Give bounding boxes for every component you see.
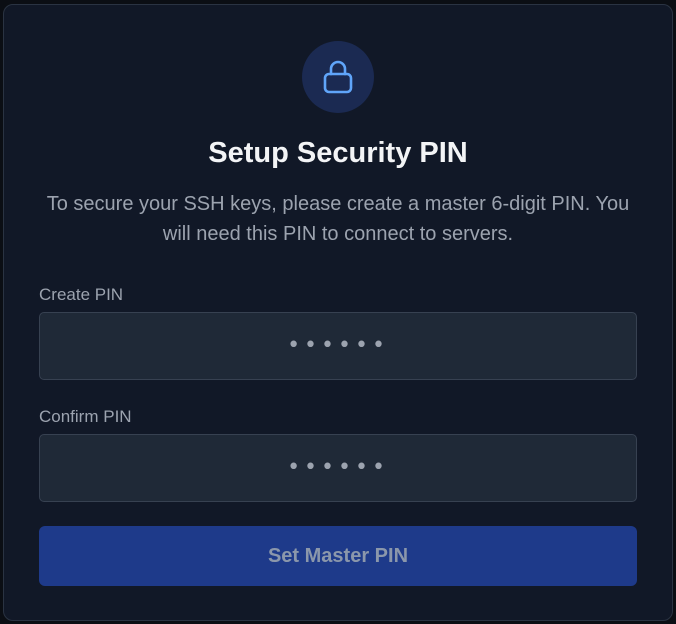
create-pin-label: Create PIN xyxy=(39,285,124,304)
confirm-pin-input[interactable]: •••••• xyxy=(39,434,637,502)
set-master-pin-button[interactable]: Set Master PIN xyxy=(39,526,637,586)
lock-icon xyxy=(323,60,353,94)
dialog-title: Setup Security PIN xyxy=(208,137,468,169)
dialog-subtitle: To secure your SSH keys, please create a… xyxy=(46,193,630,245)
create-pin-input[interactable]: •••••• xyxy=(39,312,637,380)
lock-icon-badge xyxy=(302,41,374,113)
pin-setup-dialog: Setup Security PIN To secure your SSH ke… xyxy=(3,4,673,621)
confirm-pin-label: Confirm PIN xyxy=(39,407,132,426)
